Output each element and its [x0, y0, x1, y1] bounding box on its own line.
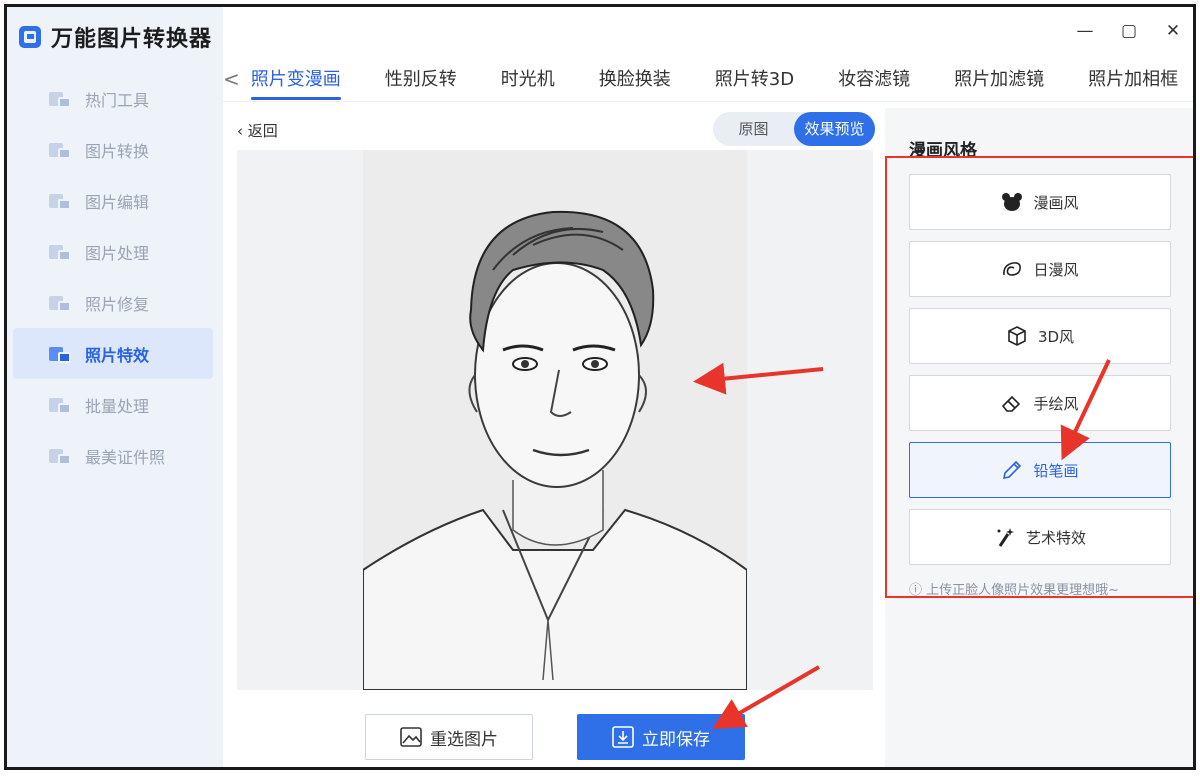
sidebar-item-photo-effects[interactable]: 照片特效 [13, 328, 213, 379]
sidebar-item-photo-repair[interactable]: 照片修复 [13, 277, 213, 328]
id-photo-icon [49, 447, 71, 465]
sidebar-item-hot-tools[interactable]: 热门工具 [13, 73, 213, 124]
tab-photo-to-comic[interactable]: 照片变漫画 [240, 65, 352, 102]
top-bar: — ▢ ✕ < 照片变漫画 性别反转 时光机 换脸换装 照片转3D 妆容滤镜 照… [223, 7, 1193, 102]
toggle-effect-preview[interactable]: 效果预览 [794, 112, 875, 146]
sidebar-item-id-photo[interactable]: 最美证件照 [13, 430, 213, 481]
photo-repair-icon [49, 294, 71, 312]
image-convert-icon [49, 141, 71, 159]
close-icon[interactable]: ✕ [1163, 21, 1183, 41]
save-now-button[interactable]: 立即保存 [577, 714, 745, 760]
sidebar-nav: 热门工具 图片转换 图片编辑 图片处理 照片修复 照片特效 批量处理 最美证件照 [13, 73, 213, 481]
style-anime-button[interactable]: 日漫风 [909, 241, 1171, 297]
sidebar: 万能图片转换器 热门工具 图片转换 图片编辑 图片处理 照片修复 照片特效 批量… [7, 7, 223, 767]
upload-hint: ⓘ 上传正脸人像照片效果更理想哦~ [909, 583, 1120, 598]
sidebar-item-image-process[interactable]: 图片处理 [13, 226, 213, 277]
bear-icon [1002, 193, 1023, 211]
view-toggle: 原图 效果预览 [713, 112, 875, 146]
app-logo-icon [19, 26, 41, 48]
tab-photo-filter[interactable]: 照片加滤镜 [943, 65, 1055, 102]
download-icon [612, 726, 634, 748]
preview-area: ‹ 返回 原图 效果预览 重选图片 立即保存 [237, 108, 875, 767]
tab-photo-frame[interactable]: 照片加相框 [1077, 65, 1189, 102]
cube-icon [1008, 326, 1026, 346]
app-window: 万能图片转换器 热门工具 图片转换 图片编辑 图片处理 照片修复 照片特效 批量… [4, 4, 1196, 770]
style-handdrawn-button[interactable]: 手绘风 [909, 375, 1171, 431]
tab-face-swap[interactable]: 换脸换装 [588, 65, 682, 102]
info-icon: ⓘ [909, 583, 927, 598]
image-process-icon [49, 243, 71, 261]
minimize-icon[interactable]: — [1075, 21, 1095, 41]
app-title: 万能图片转换器 [51, 27, 213, 52]
tab-gender-swap[interactable]: 性别反转 [374, 65, 468, 102]
swirl-leaf-icon [1003, 262, 1022, 276]
style-options: 漫画风 日漫风 3D风 手绘风 铅笔画 艺术特效 [909, 174, 1171, 576]
eraser-icon [1002, 395, 1021, 412]
magic-wand-icon [997, 528, 1014, 547]
sketch-portrait-image [363, 150, 747, 690]
tab-photo-to-3d[interactable]: 照片转3D [704, 65, 805, 102]
pencil-icon [1003, 460, 1022, 480]
image-icon [400, 727, 422, 747]
toggle-original[interactable]: 原图 [713, 112, 794, 146]
style-3d-button[interactable]: 3D风 [909, 308, 1171, 364]
reselect-image-button[interactable]: 重选图片 [365, 714, 533, 760]
style-art-effects-button[interactable]: 艺术特效 [909, 509, 1171, 565]
preview-canvas [237, 150, 873, 690]
style-comic-button[interactable]: 漫画风 [909, 174, 1171, 230]
photo-effects-icon [49, 345, 71, 363]
app-header: 万能图片转换器 [19, 21, 212, 53]
chevron-left-icon: ‹ [237, 122, 248, 140]
tab-time-machine[interactable]: 时光机 [490, 65, 566, 102]
sidebar-item-image-edit[interactable]: 图片编辑 [13, 175, 213, 226]
image-edit-icon [49, 192, 71, 210]
hot-tools-icon [49, 90, 71, 108]
window-controls: — ▢ ✕ [1075, 21, 1183, 41]
back-button[interactable]: ‹ 返回 [237, 120, 278, 141]
tabs-prev-arrow-icon[interactable]: < [223, 65, 240, 91]
action-bar: 重选图片 立即保存 [237, 690, 873, 767]
style-panel: 漫画风格 漫画风 日漫风 3D风 手绘风 铅笔画 艺术特效 ⓘ 上传正脸人像照片… [885, 108, 1193, 767]
sidebar-item-image-convert[interactable]: 图片转换 [13, 124, 213, 175]
tab-makeup-filter[interactable]: 妆容滤镜 [827, 65, 921, 102]
style-pencil-button[interactable]: 铅笔画 [909, 442, 1171, 498]
feature-tabs: < 照片变漫画 性别反转 时光机 换脸换装 照片转3D 妆容滤镜 照片加滤镜 照… [223, 65, 1193, 102]
batch-process-icon [49, 396, 71, 414]
maximize-icon[interactable]: ▢ [1119, 21, 1139, 41]
sidebar-item-batch[interactable]: 批量处理 [13, 379, 213, 430]
